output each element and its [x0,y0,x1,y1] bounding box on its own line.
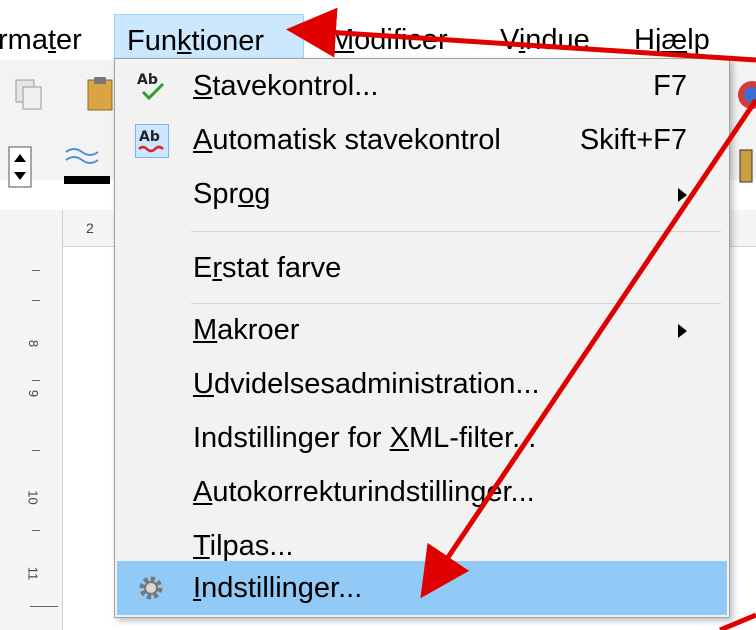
menu-item-label: Makroer [193,314,300,346]
menu-item-label: Automatisk stavekontrol [193,124,501,156]
ruler-tick [32,380,40,381]
submenu-arrow-icon [678,324,687,338]
menu-label: er [56,24,82,56]
menu-label: lp [687,24,710,56]
menu-item-indstillinger[interactable]: Indstillinger... [117,561,727,615]
menu-item-erstat-farve[interactable]: Erstat farve [117,243,727,293]
menu-label: Hj [634,24,662,56]
ruler-number: 9 [26,389,42,398]
svg-text:Ab: Ab [139,129,160,145]
copy-icon[interactable] [14,78,44,112]
menu-item-label: Udvidelsesadministration... [193,368,540,400]
ruler-number: 11 [25,566,41,581]
menu-item-stavekontrol[interactable]: Ab Stavekontrol... F7 [117,61,727,111]
menu-item-label: Stavekontrol... [193,70,379,102]
menu-mnemonic: t [47,24,57,56]
ruler-number: 10 [25,490,41,505]
menu-label: Fun [127,25,177,57]
menu-item-autokorrektur[interactable]: Autokorrekturindstillinger... [117,467,727,517]
menu-label: rma [0,24,48,56]
menu-item-label: Indstillinger... [193,572,363,604]
ruler-tick [32,270,40,271]
menu-separator [191,231,721,232]
menu-item-shortcut: F7 [653,70,687,102]
ruler-tick [32,300,40,301]
auto-spellcheck-icon: Ab [135,124,169,158]
menu-label: tioner [191,25,265,57]
submenu-arrow-icon [678,188,687,202]
menu-item-shortcut: Skift+F7 [579,124,687,156]
toolbar-edge-icon [739,149,753,183]
menu-mnemonic: k [176,25,192,57]
line-style-icon[interactable] [62,142,112,198]
menu-mnemonic: æ [661,24,688,56]
menu-item-label: Erstat farve [193,252,342,284]
vertical-ruler: 8 9 10 11 [0,210,63,630]
menu-item-makroer[interactable]: Makroer [117,305,727,355]
menu-item-automatisk-stavekontrol[interactable]: Ab Automatisk stavekontrol Skift+F7 [117,115,727,165]
menu-mnemonic: M [330,24,355,56]
paste-icon[interactable] [86,76,114,112]
menu-separator [191,303,721,304]
menu-item-label: Indstillinger for XML-filter... [193,422,537,454]
menu-label: odificer [354,24,448,56]
menu-item-label: Autokorrekturindstillinger... [193,476,535,508]
menu-item-udvidelsesadministration[interactable]: Udvidelsesadministration... [117,359,727,409]
ruler-tick [32,450,40,451]
svg-text:Ab: Ab [137,72,158,88]
menu-label: V [500,24,519,56]
spin-button-icon[interactable] [8,146,34,190]
ruler-tick [32,530,40,531]
gear-icon [139,576,163,600]
app-color-icon[interactable] [726,80,756,110]
menu-label: ndue [525,24,590,56]
spellcheck-icon: Ab [137,72,165,101]
menu-formater[interactable]: rmater [0,14,94,66]
funktioner-dropdown-menu: Ab Stavekontrol... F7 Ab Automatisk stav… [114,58,730,618]
menu-item-label: Sprog [193,178,271,210]
menu-item-sprog[interactable]: Sprog [117,169,727,219]
ruler-number: 8 [26,339,42,348]
ruler-number: 2 [86,220,94,236]
menu-item-xml-filter[interactable]: Indstillinger for XML-filter... [117,413,727,463]
ruler-tick [30,606,58,607]
